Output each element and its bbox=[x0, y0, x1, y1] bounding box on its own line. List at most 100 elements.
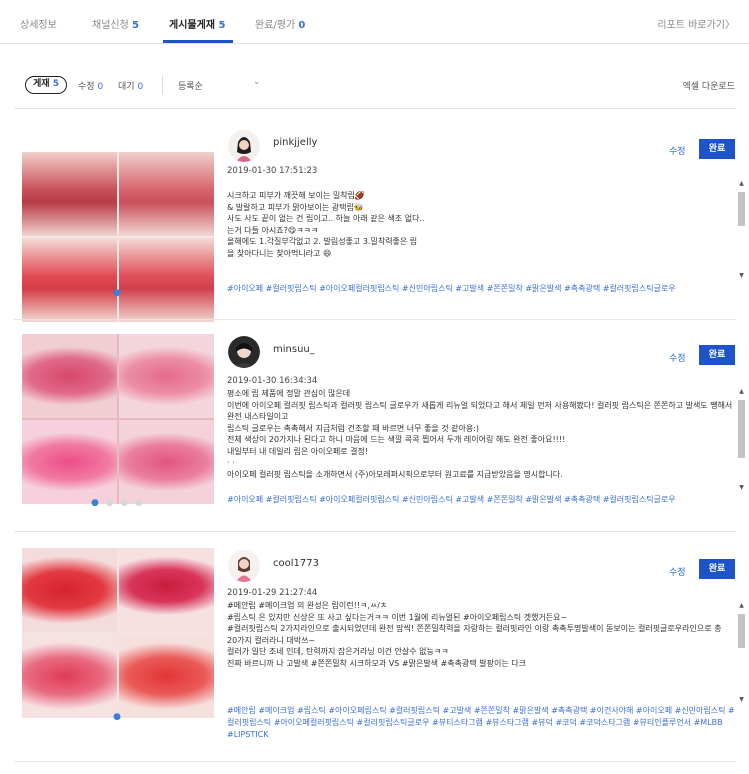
post-card: ● ● ● ● minsuu_ 수정 완료 2019-01-30 16:34:3… bbox=[14, 320, 745, 532]
image-cell bbox=[119, 548, 214, 632]
scroll-down-icon[interactable]: ▼ bbox=[737, 272, 746, 280]
post-body-line: 진짜 바르니까 나 고발색 #쫀쫀밀착 시크하모과 VS #맑은발색 #촉촉광택… bbox=[227, 658, 526, 668]
scroll-thumb[interactable] bbox=[738, 400, 745, 458]
top-tab-bar: 상세정보 채널신청 5 게시물게재 5 완료/평가 0 리포트 바로가기〉 bbox=[0, 0, 749, 44]
post-body: 평소에 립 제품에 정말 관심이 많은데 이번에 아이오페 컬러핏 립스틱과 컬… bbox=[227, 388, 733, 492]
scroll-down-icon[interactable]: ▼ bbox=[737, 696, 746, 704]
tab-channel-apply-count: 5 bbox=[132, 20, 139, 31]
carousel-dot-active[interactable]: ● bbox=[91, 498, 101, 508]
edit-button[interactable]: 수정 bbox=[669, 351, 686, 364]
tab-complete-review-label: 완료/평가 bbox=[255, 20, 296, 31]
avatar[interactable] bbox=[228, 550, 260, 582]
scroll-thumb[interactable] bbox=[738, 614, 745, 648]
tab-post-publish[interactable]: 게시물게재 5 bbox=[169, 16, 225, 31]
avatar-image bbox=[228, 550, 260, 582]
post-scrollbar[interactable]: ▲ ▼ bbox=[737, 602, 746, 704]
avatar-image bbox=[228, 130, 260, 162]
post-image[interactable] bbox=[22, 334, 214, 504]
post-body-line: 립스틱 글로우는 촉촉해서 지금처럼 건조할 때 바르면 너무 좋을 것 같아용… bbox=[227, 423, 480, 433]
image-cell bbox=[119, 634, 214, 718]
avatar[interactable] bbox=[228, 336, 260, 368]
scroll-thumb[interactable] bbox=[738, 192, 745, 226]
post-divider bbox=[14, 761, 736, 762]
filter-wait-label: 대기 bbox=[118, 82, 135, 92]
post-hashtags[interactable]: #아이오페 #컬러핏립스틱 #아이오페컬러핏립스틱 #신민아립스틱 #고발색 #… bbox=[227, 494, 742, 506]
complete-button[interactable]: 완료 bbox=[699, 139, 735, 159]
post-date: 2019-01-29 21:27:44 bbox=[227, 588, 318, 598]
scroll-up-icon[interactable]: ▲ bbox=[737, 180, 746, 188]
post-username[interactable]: minsuu_ bbox=[273, 344, 315, 355]
filter-published-count: 5 bbox=[52, 79, 59, 89]
post-body: #메안립 #메이크업 의 완성은 립이런!!ㅋ,ㅆ/ㅊ #립스틱 은 있지만 신… bbox=[227, 600, 733, 704]
post-body-line: 컬러가 일단 조네 인데, 탄력까지 잡은거라닝 이건 안살수 없능ㅋㅋ bbox=[227, 647, 449, 656]
post-body-line: 사도 사도 끝이 없는 건 립이고.. 하늘 아래 같은 색조 없다.. bbox=[227, 214, 425, 223]
carousel-dots[interactable]: ● ● ● ● bbox=[14, 498, 222, 508]
scroll-up-icon[interactable]: ▲ bbox=[737, 388, 746, 396]
post-card: ● pinkjjelly 수정 완료 2019-01-30 17:51:23 시… bbox=[14, 110, 745, 322]
carousel-dot-active[interactable]: ● bbox=[113, 288, 123, 298]
post-body-line: 는거 다들 아시죠?😋ㅋㅋㅋ bbox=[227, 225, 319, 235]
avatar-image bbox=[228, 336, 260, 368]
image-cell bbox=[22, 420, 117, 504]
filter-divider-line bbox=[14, 108, 736, 109]
tab-channel-apply-label: 채널신청 bbox=[92, 20, 129, 31]
filter-published-pill[interactable]: 게재 5 bbox=[25, 76, 67, 94]
post-body-line: #메안립 #메이크업 의 완성은 립이런!!ㅋ,ㅆ/ㅊ bbox=[227, 601, 388, 610]
post-username[interactable]: pinkjjelly bbox=[273, 137, 317, 148]
tab-post-publish-count: 5 bbox=[218, 20, 226, 31]
avatar[interactable] bbox=[228, 130, 260, 162]
post-body-line: & 발랄하고 피부가 맑아보이는 광택립🐝 bbox=[227, 202, 364, 212]
report-link[interactable]: 리포트 바로가기〉 bbox=[657, 16, 735, 31]
post-hashtags[interactable]: #메안립 #메이크업 #립스틱 #아이오페립스틱 #컬러핏립스틱 #고발색 #쫀… bbox=[227, 705, 742, 741]
post-body-line: 을 찾아다니는 찾아먹니라고 😄 bbox=[227, 248, 332, 258]
carousel-dots[interactable]: ● bbox=[14, 712, 222, 722]
tab-channel-apply[interactable]: 채널신청 5 bbox=[92, 16, 139, 31]
filter-wait-count: 0 bbox=[137, 82, 144, 92]
post-username[interactable]: cool1773 bbox=[273, 558, 319, 569]
scroll-up-icon[interactable]: ▲ bbox=[737, 602, 746, 610]
post-body-line: 시크하고 피부가 깨끗해 보이는 밀착립🏈 bbox=[227, 191, 365, 200]
post-body-line: 이번에 아이오페 컬러핏 립스틱과 컬러핏 립스틱 글로우가 새롭게 리뉴얼 되… bbox=[227, 400, 733, 422]
image-cell bbox=[119, 334, 214, 418]
filter-edit-count: 0 bbox=[97, 82, 104, 92]
image-cell bbox=[22, 548, 117, 632]
post-scrollbar[interactable]: ▲ ▼ bbox=[737, 180, 746, 280]
complete-button[interactable]: 완료 bbox=[699, 345, 735, 365]
image-cell bbox=[119, 420, 214, 504]
image-cell bbox=[119, 152, 214, 236]
tab-post-publish-label: 게시물게재 bbox=[169, 20, 215, 31]
post-body-line: 올해에도 1.각질부각없고 2. 발림성좋고 3.밀착력좋은 립 bbox=[227, 237, 418, 246]
carousel-dot-active[interactable]: ● bbox=[113, 712, 123, 722]
post-date: 2019-01-30 16:34:34 bbox=[227, 376, 318, 386]
image-cell bbox=[22, 334, 117, 418]
post-hashtags[interactable]: #아이오페 #컬러핏립스틱 #아이오페컬러핏립스틱 #신민아립스틱 #고발색 #… bbox=[227, 283, 742, 295]
edit-button[interactable]: 수정 bbox=[669, 144, 686, 157]
tab-detail[interactable]: 상세정보 bbox=[20, 16, 57, 31]
excel-download-button[interactable]: 엑셀 다운로드 bbox=[682, 79, 735, 92]
post-body-line: #컬러핏립스틱 2가지라인으로 출시되었던데 완전 맘씩! 쫀쫀밀착력을 자랑하… bbox=[227, 624, 725, 645]
edit-button[interactable]: 수정 bbox=[669, 565, 686, 578]
tab-complete-review-count: 0 bbox=[298, 20, 306, 31]
carousel-dot-inactive[interactable]: ● ● ● bbox=[106, 498, 145, 508]
filter-edit[interactable]: 수정 0 bbox=[78, 79, 103, 92]
sort-select[interactable]: 등록순 bbox=[178, 79, 203, 92]
filter-edit-label: 수정 bbox=[78, 82, 95, 92]
carousel-dots[interactable]: ● bbox=[14, 288, 222, 298]
post-body-line: 전체 색상이 20가지나 된다고 하니 마음에 드는 색깔 콕콕 찝어서 두개 … bbox=[227, 435, 566, 444]
post-body-line: 아이오페 컬러핏 립스틱을 소개하면서 (주)아모레퍼시픽으로부터 원고료를 지… bbox=[227, 469, 563, 479]
image-cell bbox=[119, 238, 214, 322]
scroll-down-icon[interactable]: ▼ bbox=[737, 484, 746, 492]
chevron-down-icon[interactable]: ⌄ bbox=[253, 77, 261, 87]
post-body-line: 내일부터 내 데일리 립은 아이오페로 결정! bbox=[227, 446, 369, 456]
filter-published-label: 게재 bbox=[33, 79, 50, 89]
post-image[interactable] bbox=[22, 548, 214, 718]
post-scrollbar[interactable]: ▲ ▼ bbox=[737, 388, 746, 492]
post-body-line: 평소에 립 제품에 정말 관심이 많은데 bbox=[227, 389, 351, 398]
image-cell bbox=[22, 634, 117, 718]
complete-button[interactable]: 완료 bbox=[699, 559, 735, 579]
filter-wait[interactable]: 대기 0 bbox=[118, 79, 143, 92]
image-cell bbox=[22, 152, 117, 236]
active-tab-indicator bbox=[163, 40, 233, 43]
tab-detail-label: 상세정보 bbox=[20, 20, 57, 31]
tab-complete-review[interactable]: 완료/평가 0 bbox=[255, 16, 305, 31]
